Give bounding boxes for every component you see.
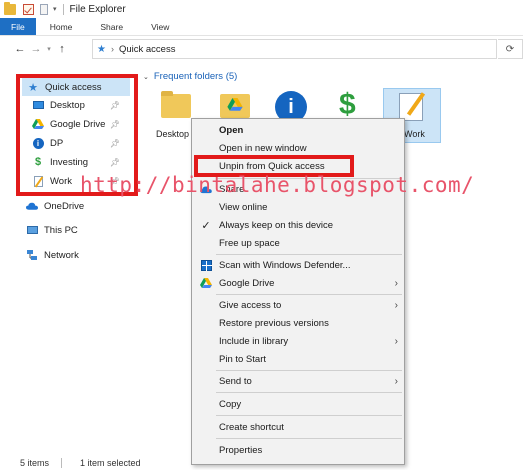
tab-home[interactable]: Home: [36, 18, 87, 35]
section-title: Frequent folders (5): [153, 71, 238, 82]
sidebar-item-onedrive[interactable]: OneDrive: [26, 197, 136, 215]
sidebar-item-this-pc[interactable]: This PC: [26, 221, 136, 239]
menu-item-label: Always keep on this device: [219, 220, 334, 231]
watermark-text: http://bintalahe.blogspot.com/: [80, 173, 475, 197]
menu-item-pin-to-start[interactable]: Pin to Start: [192, 351, 404, 368]
menu-item-include-library[interactable]: Include in library ›: [192, 333, 404, 350]
menu-separator: [216, 370, 402, 371]
sidebar-item-network[interactable]: Network: [26, 246, 136, 264]
tile-label: Work: [404, 129, 425, 139]
menu-item-scan-defender[interactable]: Scan with Windows Defender...: [192, 257, 404, 274]
tile-label: Desktop: [156, 129, 190, 139]
tab-share[interactable]: Share: [86, 18, 137, 35]
computer-icon: [26, 224, 38, 236]
menu-item-label: Open in new window: [219, 143, 307, 154]
menu-separator: [216, 294, 402, 295]
quick-access-star-icon: ★: [97, 43, 106, 55]
back-arrow-icon[interactable]: ←: [12, 43, 28, 55]
menu-item-label: Create shortcut: [219, 422, 284, 433]
menu-item-label: Send to: [219, 376, 252, 387]
menu-item-restore-versions[interactable]: Restore previous versions: [192, 315, 404, 332]
menu-item-label: Include in library: [219, 336, 289, 347]
menu-item-google-drive[interactable]: Google Drive ›: [192, 275, 404, 292]
sidebar-item-label: OneDrive: [44, 200, 85, 212]
google-drive-icon: [227, 98, 243, 111]
checkmark-icon: ✓: [201, 220, 211, 232]
navigation-bar: ← → ▾ ↑ ★ › Quick access ⟳: [0, 37, 523, 61]
menu-separator: [216, 415, 402, 416]
menu-item-label: Restore previous versions: [219, 318, 329, 329]
menu-item-free-up-space[interactable]: Free up space: [192, 235, 404, 252]
tab-file[interactable]: File: [0, 18, 36, 35]
dollar-icon: $: [339, 88, 356, 121]
tab-view[interactable]: View: [137, 18, 183, 35]
menu-item-label: Free up space: [219, 238, 280, 249]
menu-item-label: Give access to: [219, 300, 282, 311]
title-bar: ▾ File Explorer: [0, 0, 523, 18]
quick-toolbar-dropdown-icon[interactable]: ▾: [53, 5, 57, 13]
status-divider: [61, 457, 63, 468]
address-bar[interactable]: ★ › Quick access: [92, 39, 497, 59]
menu-item-label: View online: [219, 202, 268, 213]
title-divider: [62, 3, 64, 15]
breadcrumb-chevron-icon[interactable]: ›: [111, 44, 114, 54]
submenu-chevron-icon: ›: [394, 336, 398, 347]
breadcrumb-quick-access[interactable]: Quick access: [119, 44, 176, 55]
selection-count: 1 item selected: [80, 457, 141, 468]
menu-item-label: Pin to Start: [219, 354, 266, 365]
menu-item-label: Google Drive: [219, 278, 275, 289]
menu-separator: [216, 392, 402, 393]
recent-locations-icon[interactable]: ▾: [44, 45, 54, 53]
menu-item-label: Open: [219, 125, 244, 136]
folder-icon-tab: [161, 91, 173, 96]
google-drive-icon: [200, 278, 212, 290]
collapse-chevron-icon[interactable]: ⌄: [143, 73, 149, 81]
menu-item-view-online[interactable]: View online: [192, 199, 404, 216]
window-title: File Explorer: [69, 3, 126, 15]
menu-separator: [216, 254, 402, 255]
up-arrow-icon[interactable]: ↑: [54, 43, 70, 55]
menu-item-create-shortcut[interactable]: Create shortcut: [192, 419, 404, 436]
windows-defender-icon: [200, 260, 212, 272]
new-document-icon[interactable]: [40, 3, 48, 15]
submenu-chevron-icon: ›: [394, 300, 398, 311]
properties-check-icon[interactable]: [23, 3, 34, 15]
sidebar-item-label: Network: [44, 249, 79, 261]
onedrive-cloud-icon: [26, 200, 38, 212]
refresh-icon[interactable]: ⟳: [498, 39, 523, 59]
menu-item-give-access[interactable]: Give access to ›: [192, 297, 404, 314]
menu-item-copy[interactable]: Copy: [192, 396, 404, 413]
menu-item-label: Scan with Windows Defender...: [219, 260, 351, 271]
item-count: 5 items: [20, 457, 50, 468]
menu-item-open[interactable]: Open: [192, 122, 404, 139]
forward-arrow-icon[interactable]: →: [28, 43, 44, 55]
frequent-folders-header[interactable]: ⌄ Frequent folders (5): [143, 71, 237, 82]
network-icon: [26, 249, 38, 261]
submenu-chevron-icon: ›: [394, 376, 398, 387]
sidebar-item-label: This PC: [44, 224, 78, 236]
ribbon-tabs: File Home Share View: [0, 18, 523, 36]
menu-separator: [216, 438, 402, 439]
menu-item-label: Copy: [219, 399, 242, 410]
status-bar: 5 items 1 item selected: [0, 455, 523, 470]
submenu-chevron-icon: ›: [394, 278, 398, 289]
menu-item-send-to[interactable]: Send to ›: [192, 373, 404, 390]
folder-icon: [4, 1, 16, 15]
folder-icon: [161, 94, 191, 118]
menu-item-always-keep[interactable]: ✓ Always keep on this device: [192, 217, 404, 234]
